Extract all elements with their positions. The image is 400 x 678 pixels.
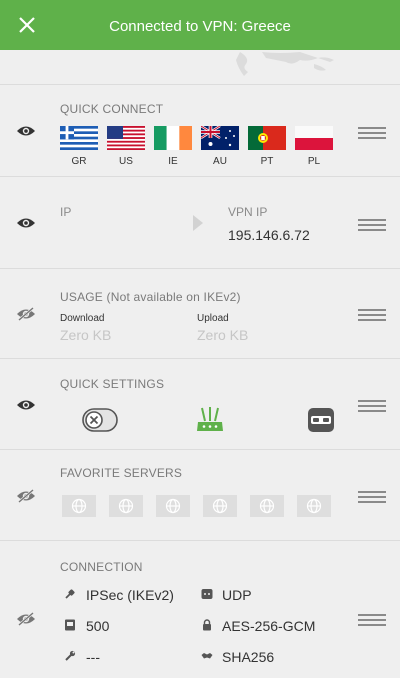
hash-value: SHA256 — [222, 649, 275, 665]
transport-value: UDP — [222, 587, 252, 603]
flag-item-pt[interactable]: PT — [248, 126, 286, 167]
world-map-strip — [0, 50, 400, 85]
vpn-ip-value: 195.146.6.72 — [228, 227, 310, 243]
usage-section: USAGE (Not available on IKEv2) Download … — [0, 270, 400, 359]
usage-title: USAGE (Not available on IKEv2) — [60, 290, 241, 304]
flag-label: PL — [307, 156, 321, 167]
flag-item-au[interactable]: AU — [201, 126, 239, 167]
download-label: Download — [60, 313, 105, 324]
globe-icon — [259, 498, 275, 514]
connection-status-title: Connected to VPN: Greece — [109, 18, 291, 35]
packet-size-icon — [65, 619, 75, 631]
visible-eye-icon[interactable] — [16, 216, 36, 230]
drag-handle-icon[interactable] — [358, 219, 386, 233]
quick-settings-section: QUICK SETTINGS — [0, 360, 400, 450]
flag-item-gr[interactable]: GR — [60, 126, 98, 167]
flag-label: GR — [71, 156, 87, 167]
ip-label: IP — [60, 205, 72, 219]
upload-value: Zero KB — [197, 327, 249, 343]
vpn-ip-label: VPN IP — [228, 205, 268, 219]
poland-flag-icon — [295, 126, 333, 150]
quick-connect-section: QUICK CONNECT GR US IE AU PT PL — [0, 86, 400, 177]
handshake-icon — [201, 653, 213, 659]
header-bar: Connected to VPN: Greece — [0, 0, 400, 50]
favorite-servers-title: FAVORITE SERVERS — [60, 466, 183, 480]
drag-handle-icon[interactable] — [358, 400, 386, 414]
globe-icon — [306, 498, 322, 514]
drag-handle-icon[interactable] — [358, 491, 386, 505]
upload-label: Upload — [197, 313, 229, 324]
visible-eye-icon[interactable] — [16, 398, 36, 412]
connection-title: CONNECTION — [60, 560, 143, 574]
globe-icon — [118, 498, 134, 514]
network-port-icon — [201, 589, 213, 599]
greece-flag-icon — [60, 126, 98, 150]
australia-flag-icon — [201, 126, 239, 150]
flag-item-us[interactable]: US — [107, 126, 145, 167]
hidden-eye-icon[interactable] — [16, 612, 36, 626]
flag-label: IE — [168, 156, 178, 167]
favorite-server-slot[interactable] — [203, 495, 237, 517]
drag-handle-icon[interactable] — [358, 127, 386, 141]
incognito-icon[interactable] — [307, 407, 335, 433]
globe-icon — [71, 498, 87, 514]
portugal-flag-icon — [248, 126, 286, 150]
protocol-value: IPSec (IKEv2) — [86, 587, 174, 603]
favorite-servers-section: FAVORITE SERVERS — [0, 451, 400, 541]
favorite-server-slot[interactable] — [62, 495, 96, 517]
drag-handle-icon[interactable] — [358, 614, 386, 628]
plug-icon — [65, 589, 75, 599]
favorite-server-slot[interactable] — [109, 495, 143, 517]
hidden-eye-icon[interactable] — [16, 489, 36, 503]
flag-item-ie[interactable]: IE — [154, 126, 192, 167]
favorite-server-slot[interactable] — [250, 495, 284, 517]
kill-switch-toggle-icon[interactable] — [82, 408, 118, 432]
lock-icon — [203, 619, 211, 631]
arrow-right-icon — [193, 215, 203, 231]
favorite-server-slot[interactable] — [297, 495, 331, 517]
flag-item-pl[interactable]: PL — [295, 126, 333, 167]
wrench-icon — [65, 650, 76, 661]
flag-label: AU — [213, 156, 227, 167]
ireland-flag-icon — [154, 126, 192, 150]
extra-value: --- — [86, 649, 100, 665]
cipher-value: AES-256-GCM — [222, 618, 316, 634]
flag-label: PT — [260, 156, 274, 167]
visible-eye-icon[interactable] — [16, 124, 36, 138]
router-icon[interactable] — [196, 406, 224, 434]
globe-icon — [212, 498, 228, 514]
globe-icon — [165, 498, 181, 514]
quick-connect-title: QUICK CONNECT — [60, 102, 164, 116]
hidden-eye-icon[interactable] — [16, 307, 36, 321]
usa-flag-icon — [107, 126, 145, 150]
drag-handle-icon[interactable] — [358, 309, 386, 323]
mtu-value: 500 — [86, 618, 110, 634]
connection-section: CONNECTION IPSec (IKEv2) UDP 500 AES-256… — [0, 542, 400, 678]
quick-settings-title: QUICK SETTINGS — [60, 377, 165, 391]
favorite-server-slot[interactable] — [156, 495, 190, 517]
ip-section: IP VPN IP 195.146.6.72 — [0, 178, 400, 269]
flag-label: US — [119, 156, 133, 167]
download-value: Zero KB — [60, 327, 112, 343]
world-map-icon — [236, 52, 334, 76]
